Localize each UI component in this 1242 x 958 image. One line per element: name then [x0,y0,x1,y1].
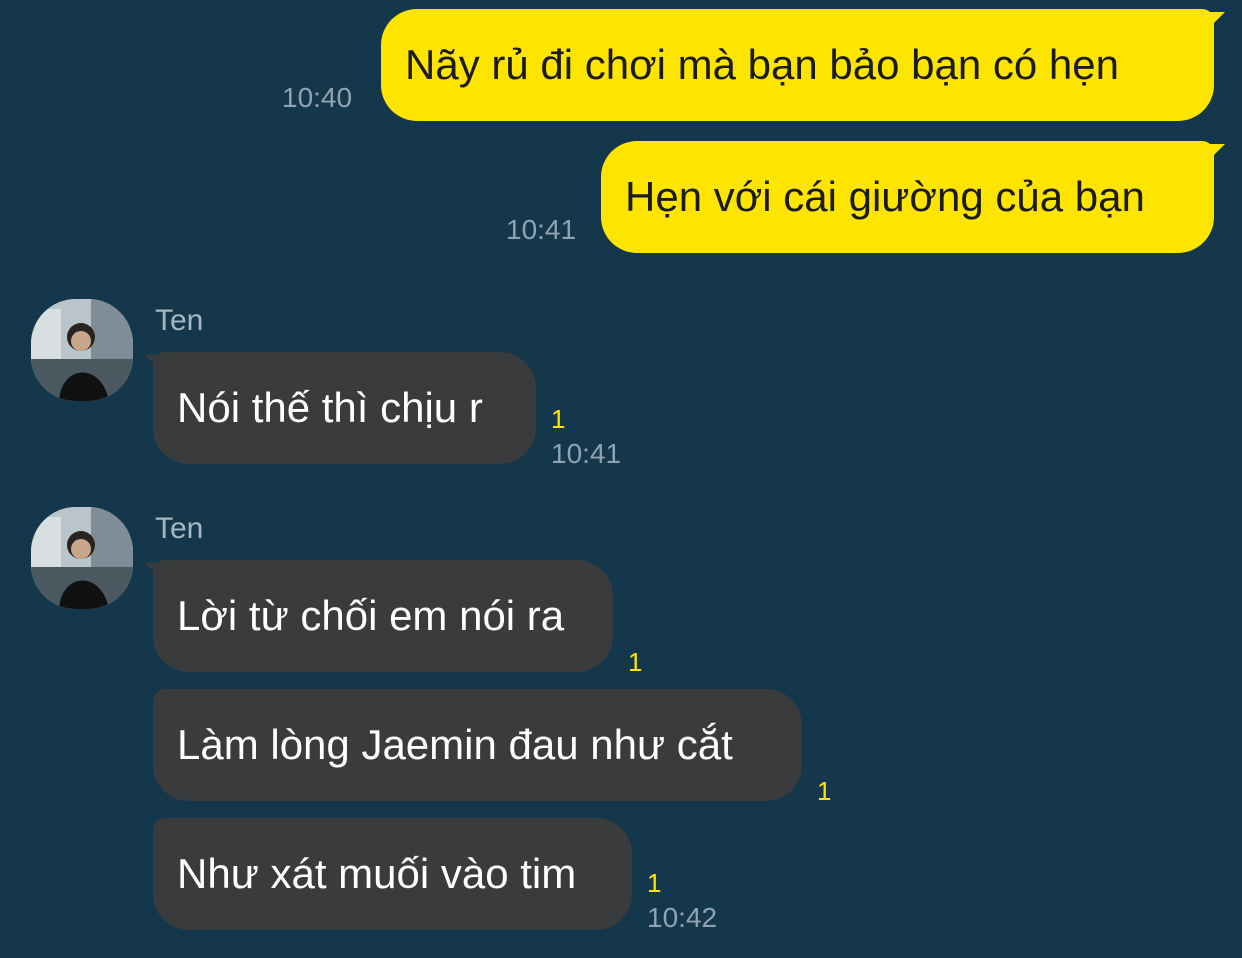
message-timestamp: 10:41 [551,438,622,469]
outgoing-message-bubble[interactable]: Hẹn với cái giường của bạn [601,141,1214,253]
incoming-message-bubble[interactable]: Làm lòng Jaemin đau như cắt [153,689,802,801]
bubble-tail [1205,144,1225,164]
sender-name: Ten [155,304,204,337]
incoming-message-bubble[interactable]: Nói thế thì chịu r [153,352,536,464]
message-timestamp: 10:41 [506,214,577,245]
bubble-tail [1205,12,1225,32]
profile-photo-icon [31,299,133,401]
message-timestamp: 10:42 [647,902,718,933]
message-timestamp: 10:40 [282,82,353,113]
unread-count: 1 [551,404,566,434]
incoming-message-bubble[interactable]: Như xát muối vào tim [153,818,632,930]
unread-count: 1 [817,776,832,806]
unread-count: 1 [647,868,662,898]
outgoing-message-bubble[interactable]: Nãy rủ đi chơi mà bạn bảo bạn có hẹn [381,9,1214,121]
avatar[interactable] [31,299,133,401]
sender-name: Ten [155,512,204,545]
chat-message-list[interactable]: Nãy rủ đi chơi mà bạn bảo bạn có hẹn 10:… [0,0,1242,958]
incoming-message-bubble[interactable]: Lời từ chối em nói ra [153,560,613,672]
profile-photo-icon [31,507,133,609]
unread-count: 1 [628,647,643,677]
avatar[interactable] [31,507,133,609]
